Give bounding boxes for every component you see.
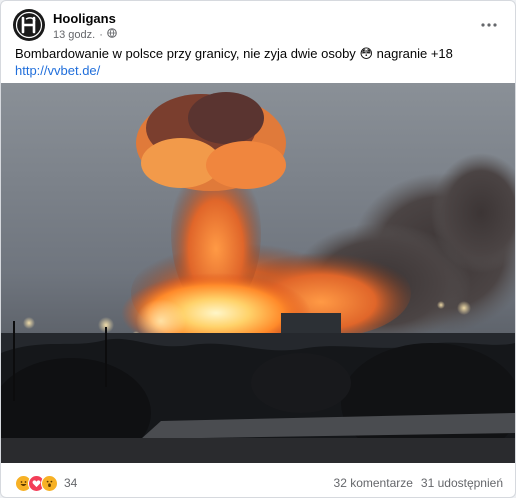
reactions-summary[interactable]: 34	[15, 474, 78, 492]
post-link[interactable]: http://vvbet.de/	[15, 62, 100, 79]
more-options-button[interactable]	[475, 11, 503, 35]
comments-count[interactable]: 32 komentarze	[334, 476, 413, 490]
globe-icon	[107, 28, 117, 41]
shares-count[interactable]: 31 udostępnień	[421, 476, 503, 490]
post-timestamp[interactable]: 13 godz.	[53, 29, 95, 41]
post-image[interactable]	[1, 83, 515, 463]
hooligans-logo-icon	[14, 10, 44, 40]
post-text-tail: nagranie +18	[376, 46, 453, 61]
post-header: Hooligans 13 godz. ·	[13, 9, 503, 45]
ellipsis-icon	[481, 23, 497, 27]
page-avatar[interactable]	[13, 9, 45, 41]
post-text-main: Bombardowanie w polsce przy granicy, nie…	[15, 46, 356, 61]
meta-separator: ·	[99, 28, 103, 41]
reaction-count: 34	[64, 476, 78, 490]
post-footer: 34 32 komentarze 31 udostępnień	[15, 473, 503, 493]
author-name[interactable]: Hooligans	[53, 11, 116, 26]
wow-reaction-icon	[41, 474, 58, 492]
post-card: Hooligans 13 godz. · Bombardowanie w pol…	[0, 0, 516, 498]
post-text: Bombardowanie w polsce przy granicy, nie…	[15, 45, 503, 62]
flushed-face-emoji: 😳	[359, 46, 373, 61]
post-meta: 13 godz. ·	[53, 28, 117, 41]
